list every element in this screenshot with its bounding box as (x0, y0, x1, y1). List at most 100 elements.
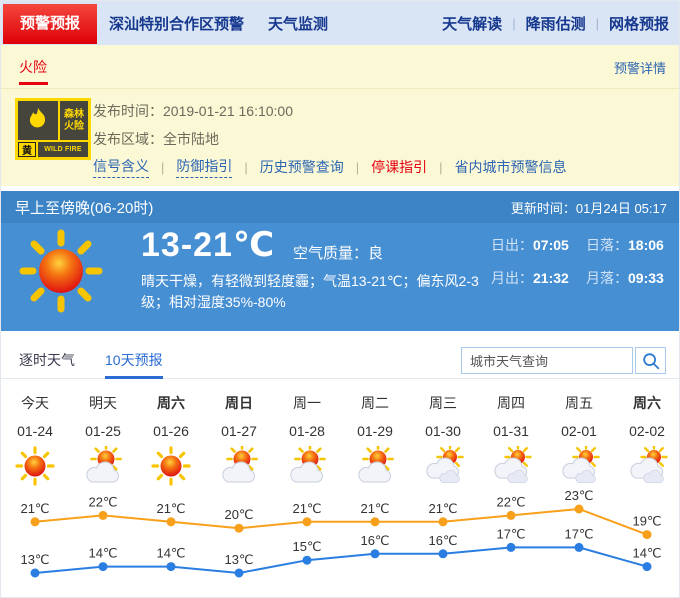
temperature-trend-chart: 21℃22℃21℃20℃21℃21℃21℃22℃23℃19℃13℃14℃14℃1… (1, 487, 680, 598)
sunny-icon (14, 446, 56, 486)
update-time: 更新时间：01月24日 05:17 (511, 198, 667, 217)
astro-value: 09:33 (628, 270, 664, 286)
svg-text:23℃: 23℃ (564, 488, 593, 503)
current-weather-panel: 早上至傍晚(06-20时) 更新时间：01月24日 05:17 (1, 191, 680, 331)
forecast-column-01-25[interactable]: 明天01-25 (69, 379, 137, 486)
cloudy-icon (422, 446, 464, 486)
publish-area-label: 发布区域： (93, 131, 163, 147)
forecast-day-label: 周六 (137, 393, 205, 413)
fire-risk-active-underline (19, 82, 48, 85)
city-weather-search-input[interactable] (461, 347, 633, 374)
partly-cloudy-icon (286, 446, 328, 486)
air-quality-value: 良 (368, 245, 383, 262)
forecast-column-01-28[interactable]: 周一 01-28 (273, 379, 341, 486)
forecast-column-02-01[interactable]: 周五02-01 (545, 379, 613, 486)
astro-item-2: 月出：21:32 (491, 268, 586, 288)
forecast-day-label: 周日 (205, 393, 273, 413)
svg-text:15℃: 15℃ (292, 539, 321, 554)
svg-text:16℃: 16℃ (360, 533, 389, 548)
air-quality-label: 空气质量： (293, 245, 368, 262)
badge-english-label: WILD FIRE (38, 142, 88, 157)
cloudy-icon (558, 446, 600, 486)
tab-warning-forecast[interactable]: 预警预报 (3, 4, 97, 44)
forecast-day-label: 周一 (273, 393, 341, 413)
publish-time-value: 2019-01-21 16:10:00 (163, 103, 293, 119)
astro-label: 日出： (491, 237, 533, 253)
nav-separator: | (596, 16, 599, 31)
partly-cloudy-icon (354, 446, 396, 486)
publish-area: 发布区域：全市陆地 (93, 129, 219, 149)
current-weather-header: 早上至傍晚(06-20时) 更新时间：01月24日 05:17 (1, 191, 680, 223)
forest-fire-warning-badge: 森林 火险 黄 WILD FIRE (15, 98, 91, 160)
svg-text:21℃: 21℃ (428, 501, 457, 516)
svg-text:22℃: 22℃ (496, 494, 525, 509)
publish-area-value: 全市陆地 (163, 131, 219, 147)
forecast-date-label: 01-26 (137, 423, 205, 439)
forecast-column-01-24[interactable]: 今天 01-24 (1, 379, 69, 486)
sunny-icon (150, 446, 192, 486)
update-time-value: 01月24日 05:17 (576, 201, 667, 216)
publish-time: 发布时间：2019-01-21 16:10:00 (93, 101, 293, 121)
search-button[interactable] (635, 347, 666, 374)
topnav-tab-1[interactable]: 天气监测 (268, 13, 328, 34)
forecast-day-label: 今天 (1, 393, 69, 413)
topnav-right-link-0[interactable]: 天气解读 (442, 13, 502, 34)
top-navigation: 预警预报 深汕特别合作区预警 天气监测 天气解读 | 降雨估测 | 网格预报 (1, 1, 680, 45)
forecast-day-label: 周二 (341, 393, 409, 413)
tab-fire-risk[interactable]: 火险 (19, 57, 47, 77)
temperature-range: 13-21℃ (141, 225, 275, 265)
alert-link-separator: | (244, 160, 247, 175)
forecast-tab-row: 逐时天气 10天预报 (1, 341, 680, 379)
forecast-date-label: 01-27 (205, 423, 273, 439)
ten-day-forecast: 今天01-24明天01-25周六01-26周日01-27周一01-28周二01-… (1, 379, 680, 598)
nav-separator: | (512, 16, 515, 31)
forecast-column-01-26[interactable]: 周六 01-26 (137, 379, 205, 486)
forecast-column-01-30[interactable]: 周三01-30 (409, 379, 477, 486)
alert-link-4[interactable]: 省内城市预警信息 (455, 157, 567, 177)
astro-value: 18:06 (628, 237, 664, 253)
sunny-weather-icon (17, 227, 105, 315)
partly-cloudy-icon (218, 446, 260, 486)
topnav-tab-0[interactable]: 深汕特别合作区预警 (109, 13, 244, 34)
forecast-column-01-29[interactable]: 周二01-29 (341, 379, 409, 486)
svg-text:21℃: 21℃ (292, 501, 321, 516)
alert-link-separator: | (356, 160, 359, 175)
alert-link-1[interactable]: 防御指引 (176, 156, 232, 178)
forecast-day-label: 周六 (613, 393, 680, 413)
tab-hourly-weather[interactable]: 逐时天气 (19, 341, 75, 379)
forecast-date-label: 01-28 (273, 423, 341, 439)
svg-text:14℃: 14℃ (632, 546, 661, 561)
flame-icon (18, 101, 58, 140)
sun-moon-times: 日出：07:05日落：18:06 月出：21:32月落：09:33 (491, 235, 680, 288)
topnav-mid-links: 深汕特别合作区预警 天气监测 (109, 13, 328, 34)
svg-text:14℃: 14℃ (156, 546, 185, 561)
forecast-column-02-02[interactable]: 周六 02-02 (613, 379, 680, 486)
topnav-right-link-2[interactable]: 网格预报 (609, 13, 669, 34)
forecast-column-01-31[interactable]: 周四01-31 (477, 379, 545, 486)
alert-link-0[interactable]: 信号含义 (93, 156, 149, 178)
forecast-date-label: 01-24 (1, 423, 69, 439)
cloudy-icon (490, 446, 532, 486)
forecast-column-01-27[interactable]: 周日 01-27 (205, 379, 273, 486)
forecast-day-label: 周四 (477, 393, 545, 413)
svg-text:21℃: 21℃ (156, 501, 185, 516)
search-icon (641, 351, 661, 371)
topnav-right-link-1[interactable]: 降雨估测 (526, 13, 586, 34)
forecast-day-label: 明天 (69, 393, 137, 413)
svg-text:13℃: 13℃ (224, 552, 253, 567)
svg-text:14℃: 14℃ (88, 546, 117, 561)
alert-link-separator: | (439, 160, 442, 175)
astro-item-0: 日出：07:05 (491, 235, 586, 255)
svg-text:13℃: 13℃ (20, 552, 49, 567)
forecast-date-label: 02-02 (613, 423, 680, 439)
warning-detail-link[interactable]: 预警详情 (614, 58, 666, 77)
forecast-period-title: 早上至傍晚(06-20时) (15, 197, 153, 218)
tab-ten-day-forecast[interactable]: 10天预报 (105, 341, 163, 379)
svg-text:17℃: 17℃ (564, 526, 593, 541)
svg-text:21℃: 21℃ (360, 501, 389, 516)
alert-link-2[interactable]: 历史预警查询 (260, 157, 344, 177)
alert-link-3[interactable]: 停课指引 (371, 157, 427, 177)
weather-warning-page: 预警预报 深汕特别合作区预警 天气监测 天气解读 | 降雨估测 | 网格预报 火险 预警详… (0, 0, 680, 598)
astro-label: 月落： (586, 270, 628, 286)
astro-label: 日落： (586, 237, 628, 253)
